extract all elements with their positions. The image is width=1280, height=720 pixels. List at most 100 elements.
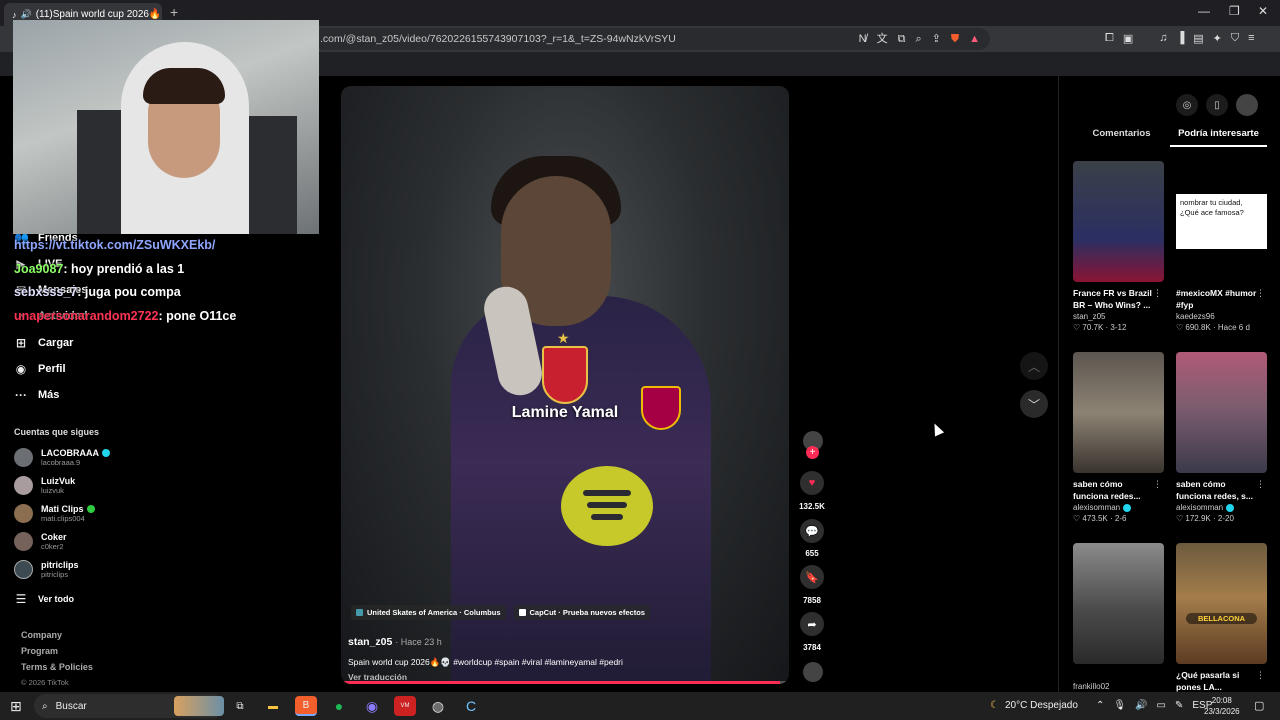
avatar: [14, 448, 33, 467]
next-video-button[interactable]: ﹀: [1020, 390, 1048, 418]
translate-icon[interactable]: 文: [877, 28, 888, 50]
more-options-icon[interactable]: ⋮: [1256, 288, 1265, 299]
more-options-icon[interactable]: ⋮: [1153, 479, 1162, 490]
video-caption: Spain world cup 2026🔥💀 #worldcup #spain …: [348, 657, 623, 667]
task-view-icon[interactable]: ⧉: [229, 696, 251, 716]
voicemeeter-icon[interactable]: VM: [394, 696, 416, 716]
brave-shield-icon[interactable]: ⛊: [951, 28, 959, 50]
leo-ai-icon[interactable]: ✦: [1213, 32, 1222, 45]
microphone-icon[interactable]: 🎙: [1113, 700, 1126, 711]
recommended-video-card[interactable]: France FR vs Brazil BR – Who Wins? ... ⋮…: [1073, 161, 1164, 333]
recommended-video-card[interactable]: BELLACONA ¿Qué pasarla si pones LA... ⋮: [1176, 543, 1267, 693]
chair-left: [77, 110, 127, 234]
sidebar-item-label: Perfil: [38, 363, 66, 375]
following-account[interactable]: Mati Clips mati.clips004: [14, 504, 95, 523]
sidebar-toggle-icon[interactable]: ▐: [1176, 32, 1184, 45]
user-avatar[interactable]: [1236, 94, 1258, 116]
capcut-app-icon[interactable]: C: [460, 696, 482, 716]
tray-expand-icon[interactable]: ⌃: [1096, 700, 1104, 711]
new-tab-button[interactable]: +: [170, 4, 178, 20]
video-author[interactable]: stan_z05 · Hace 23 h: [348, 636, 442, 648]
previous-video-button[interactable]: ︿: [1020, 352, 1048, 380]
pen-icon[interactable]: ✎: [1175, 700, 1183, 711]
tab-search-icon[interactable]: ▣: [1123, 32, 1133, 45]
speaker-icon[interactable]: 🔊: [21, 9, 32, 20]
video-thumbnail: BELLACONA: [1176, 543, 1267, 664]
recommended-video-card[interactable]: saben cómo funciona redes, s... ⋮ alexis…: [1176, 352, 1267, 524]
footer-link-terms[interactable]: Terms & Policies: [21, 662, 93, 672]
account-name: Coker: [41, 532, 67, 542]
share-button[interactable]: ➦: [800, 612, 824, 636]
following-account[interactable]: LACOBRAAA lacobraaa.9: [14, 448, 110, 467]
see-all-button[interactable]: ☰ Ver todo: [14, 592, 74, 606]
volume-icon[interactable]: 🔊: [1135, 700, 1147, 711]
tab-comments[interactable]: Comentarios: [1073, 128, 1170, 147]
windows-start-icon[interactable]: ⊞: [10, 698, 22, 715]
like-button[interactable]: ♥: [800, 471, 824, 495]
following-account[interactable]: pitriclips pitriclips: [14, 560, 79, 579]
sidebar-item-label: Más: [38, 389, 60, 401]
more-options-icon[interactable]: ⋮: [1153, 288, 1162, 299]
recommended-video-card[interactable]: nombrar tu ciudad, ¿Qué ace famosa? #mex…: [1176, 161, 1267, 333]
video-progress-bar[interactable]: [341, 681, 789, 684]
file-explorer-icon[interactable]: ▬: [262, 696, 284, 716]
obs-icon[interactable]: ◍: [427, 696, 449, 716]
chat-message: unapersonarandom2722: pone O11ce: [14, 309, 236, 323]
following-account[interactable]: LuizVuk luizvuk: [14, 476, 75, 495]
media-icon[interactable]: ♫: [1159, 32, 1167, 45]
spotify-icon[interactable]: ●: [328, 696, 350, 716]
sidebar-item-upload[interactable]: ⊞ Cargar: [14, 336, 74, 350]
zoom-icon[interactable]: ⌕: [915, 28, 921, 50]
verified-badge-icon: [1123, 503, 1132, 512]
save-button[interactable]: 🔖: [800, 565, 824, 589]
address-bar[interactable]: .com/@stan_z05/video/7620226155743907103…: [313, 28, 990, 50]
restore-icon[interactable]: ❐: [1229, 4, 1240, 18]
account-handle: lacobraaa.9: [41, 458, 81, 467]
device-icon[interactable]: ▯: [1206, 94, 1228, 116]
wallet-icon[interactable]: ▤: [1193, 32, 1203, 45]
location-chip[interactable]: United Skates of America · Columbus: [351, 605, 506, 620]
minimize-icon[interactable]: —: [1198, 4, 1210, 18]
reader-icon[interactable]: N̸: [859, 28, 867, 50]
search-label: Buscar: [55, 700, 87, 712]
vpn-icon[interactable]: ⛉: [1231, 32, 1239, 45]
menu-icon[interactable]: ≡: [1248, 32, 1254, 45]
weather-widget[interactable]: ☾ 20°C Despejado: [990, 700, 1078, 711]
footer-link-company[interactable]: Company: [21, 630, 62, 640]
card-title: saben cómo funciona redes...: [1073, 479, 1141, 501]
sidebar-item-more[interactable]: ··· Más: [14, 388, 59, 402]
extensions-icon[interactable]: ⧠: [1105, 32, 1114, 45]
taskbar-search[interactable]: ⌕ Buscar: [34, 694, 224, 718]
open-external-icon[interactable]: ⧉: [898, 28, 906, 50]
close-window-icon[interactable]: ✕: [1258, 4, 1268, 18]
more-options-icon[interactable]: ⋮: [1256, 479, 1265, 490]
system-clock[interactable]: 20:08 23/3/2026: [1204, 695, 1240, 717]
comment-count: 655: [805, 549, 819, 558]
follow-plus-icon[interactable]: +: [806, 446, 819, 459]
recommended-video-card[interactable]: saben cómo funciona redes... ⋮ alexisomm…: [1073, 352, 1164, 524]
brave-browser-icon[interactable]: B: [295, 696, 317, 716]
notifications-icon[interactable]: ▢: [1254, 699, 1264, 712]
discord-icon[interactable]: ◉: [361, 696, 383, 716]
brave-rewards-icon[interactable]: ▲: [969, 28, 980, 50]
share-icon[interactable]: ⇪: [932, 28, 941, 50]
compass-icon[interactable]: ◎: [1176, 94, 1198, 116]
card-title: saben cómo funciona redes, s...: [1176, 479, 1253, 501]
footer-link-program[interactable]: Program: [21, 646, 58, 656]
capcut-chip[interactable]: CapCut · Prueba nuevos efectos: [513, 605, 650, 620]
tab-recommended[interactable]: Podría interesarte: [1170, 128, 1267, 147]
video-thumbnail: nombrar tu ciudad, ¿Qué ace famosa?: [1176, 161, 1267, 282]
video-player[interactable]: ★ Lamine Yamal United Skates of America …: [341, 86, 789, 684]
recommended-video-card[interactable]: frankillo02: [1073, 543, 1164, 692]
network-icon[interactable]: ▭: [1157, 700, 1166, 711]
author-name: stan_z05: [348, 636, 393, 648]
following-account[interactable]: Coker c0ker2: [14, 532, 67, 551]
more-options-icon[interactable]: ⋮: [1256, 670, 1265, 681]
avatar: [14, 560, 33, 579]
streamer-hair: [143, 68, 225, 104]
sidebar-item-profile[interactable]: ◉ Perfil: [14, 362, 66, 376]
sponsor-logo-icon: [561, 466, 653, 546]
sound-disc-icon[interactable]: [803, 662, 823, 682]
weather-text: 20°C Despejado: [1004, 700, 1078, 711]
comment-button[interactable]: 💬: [800, 519, 824, 543]
